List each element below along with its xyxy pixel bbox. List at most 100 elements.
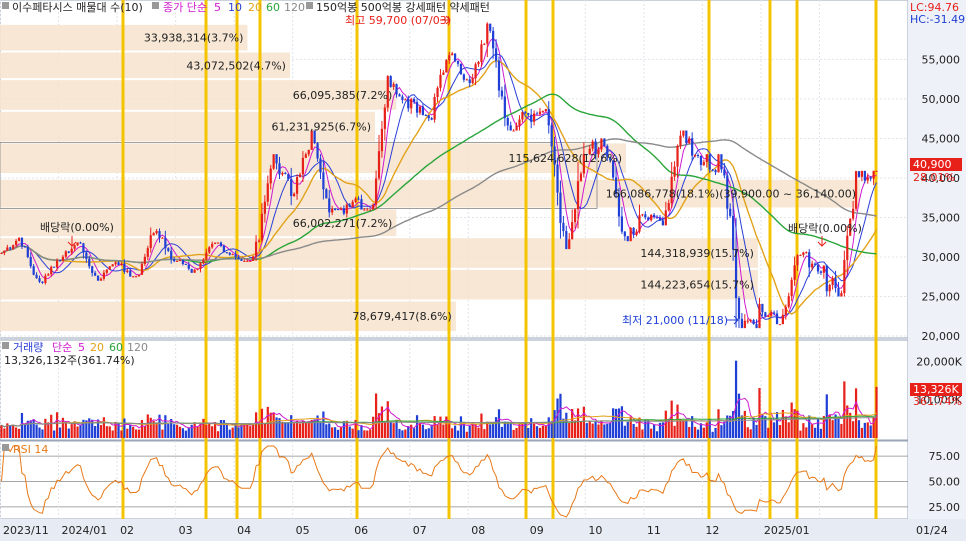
candle-body — [222, 245, 226, 253]
volume-bar — [723, 421, 726, 438]
candle-body — [351, 201, 354, 208]
candle-body — [568, 239, 571, 250]
candle-body — [863, 170, 866, 181]
candle-body — [509, 125, 512, 131]
candle-body — [778, 324, 782, 326]
candle-body — [167, 248, 170, 251]
volume-bar — [108, 426, 111, 438]
candle-body — [134, 276, 138, 278]
candle-body — [120, 263, 123, 265]
volume-profile-label: 66,002,271(7.2%) — [293, 217, 393, 230]
volume-bar — [287, 422, 290, 438]
volume-bar — [430, 424, 433, 438]
candle-body — [655, 216, 659, 218]
time-tick-label: 06 — [354, 524, 368, 537]
volume-bar — [705, 422, 708, 438]
candle-body — [146, 248, 149, 257]
volume-bar — [790, 402, 793, 438]
candle-body — [533, 113, 536, 122]
candle-body — [263, 201, 266, 214]
candle-body — [740, 318, 744, 329]
candle-body — [345, 204, 348, 214]
volume-bar — [105, 426, 108, 438]
volume-bar — [869, 425, 872, 438]
candle-body — [696, 155, 700, 157]
candle-body — [811, 263, 814, 268]
candle-body — [565, 231, 568, 250]
candle-body — [374, 178, 378, 205]
volume-bar — [635, 426, 638, 438]
candle-body — [108, 266, 111, 270]
volume-bar — [433, 416, 436, 438]
candle-body — [629, 227, 632, 242]
price-tick-label: 30,000 — [922, 251, 961, 264]
candle-body — [772, 312, 776, 314]
candle-body — [187, 264, 190, 269]
volume-bar — [664, 410, 667, 438]
candle-body — [295, 177, 299, 194]
candle-body — [445, 60, 448, 73]
volume-bar — [12, 424, 15, 438]
candle-body — [869, 177, 872, 179]
volume-bar — [219, 420, 223, 438]
candle-body — [319, 158, 322, 173]
volume-bar — [603, 424, 606, 438]
volume-bar — [489, 424, 492, 438]
volume-bar — [415, 415, 419, 438]
volume-bar — [50, 414, 53, 438]
candle-body — [354, 198, 357, 202]
rsi-label: RSI 14 — [13, 443, 48, 456]
volume-bar — [538, 427, 542, 438]
candle-body — [831, 278, 834, 286]
candle-body — [126, 270, 129, 272]
volume-bar — [181, 428, 185, 438]
candle-body — [50, 266, 53, 275]
candle-body — [837, 288, 840, 297]
candle-body — [679, 135, 682, 146]
volume-bar — [588, 421, 591, 438]
volume-bar — [471, 424, 474, 438]
volume-bar — [778, 424, 782, 438]
volume-bar — [319, 422, 322, 438]
volume-bar — [167, 424, 170, 438]
candle-body — [767, 315, 770, 317]
candle-body — [494, 48, 498, 61]
candle-body — [178, 260, 182, 262]
candle-body — [562, 222, 565, 232]
volume-bar — [857, 420, 861, 438]
volume-bar — [799, 430, 802, 438]
volume-bar — [342, 421, 345, 438]
volume-bar — [424, 429, 427, 438]
time-tick-label: 07 — [413, 524, 427, 537]
candle-body — [705, 154, 708, 163]
candle-body — [29, 257, 32, 267]
vol-ma20-label: 20 — [90, 341, 104, 354]
chart-title[interactable]: 이수페타시스 매물대 수(10) — [12, 1, 143, 14]
stock-chart[interactable]: 33,938,314(3.7%) 43,072,502(4.7%) 66,095,3… — [0, 0, 966, 541]
hc-label: HC:-31.49 — [910, 13, 965, 26]
candle-body — [67, 251, 70, 253]
candle-body — [205, 252, 208, 260]
pattern-legend: 150억봉 500억봉 강세패턴 약세패턴 — [316, 0, 490, 14]
volume-bar — [129, 424, 132, 438]
candle-body — [430, 118, 433, 120]
volume-bar — [497, 409, 501, 438]
candle-body — [252, 256, 255, 261]
candle-body — [12, 245, 15, 249]
candle-body — [591, 141, 594, 149]
candle-body — [164, 237, 167, 249]
volume-bar — [237, 427, 240, 438]
candle-body — [137, 274, 141, 277]
volume-bar — [521, 421, 524, 438]
candle-body — [246, 260, 249, 262]
rsi-panel[interactable] — [0, 440, 909, 520]
candle-body — [603, 138, 606, 146]
volume-bar — [553, 410, 556, 438]
volume-bar — [594, 421, 597, 438]
volume-bar — [641, 429, 644, 438]
candle-body — [199, 263, 202, 269]
candle-body — [23, 246, 26, 248]
candle-body — [392, 84, 395, 87]
candle-body — [433, 97, 436, 120]
volume-bar — [111, 430, 114, 438]
